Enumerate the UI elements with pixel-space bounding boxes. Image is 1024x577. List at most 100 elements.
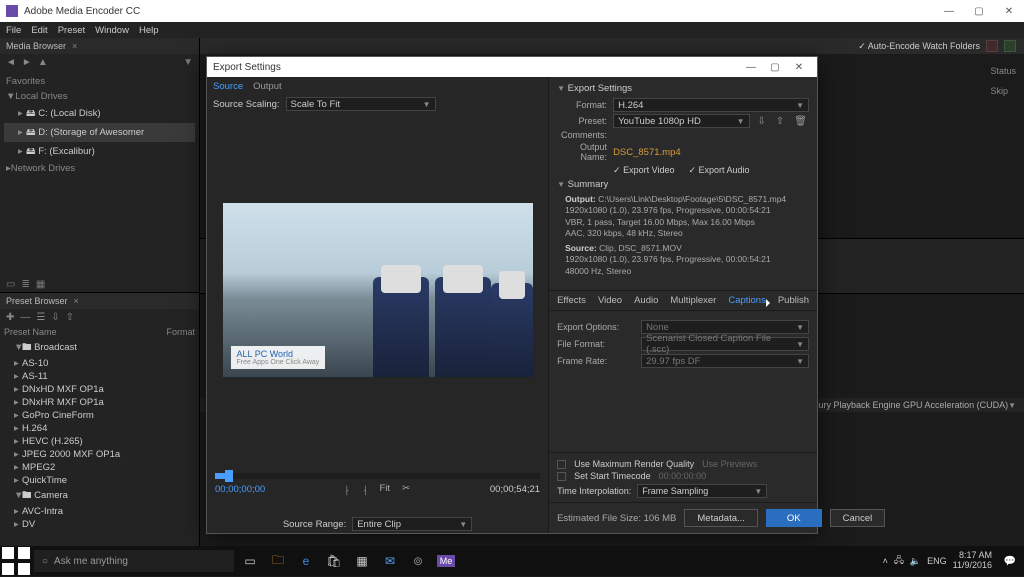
export-settings-header[interactable]: Export Settings (568, 83, 632, 94)
taskbar-icon[interactable]: ▦ (348, 546, 376, 576)
filter-icon[interactable]: ▼ (183, 57, 193, 68)
tab-effects[interactable]: Effects (557, 295, 586, 306)
cancel-button[interactable]: Cancel (830, 509, 886, 527)
dialog-minimize-button[interactable]: — (739, 62, 763, 73)
close-icon[interactable]: × (72, 41, 77, 51)
list-view-icon[interactable]: ≣ (21, 279, 29, 290)
start-timecode-checkbox[interactable] (557, 472, 566, 481)
tree-header-network[interactable]: Network Drives (11, 163, 75, 174)
tree-item[interactable]: ▸🖴 F: (Excalibur) (4, 142, 195, 161)
add-preset-icon[interactable]: ✚ (6, 312, 14, 323)
tab-video[interactable]: Video (598, 295, 622, 306)
tab-output[interactable]: Output (253, 81, 282, 92)
preset-item[interactable]: ▸HEVC (H.265) (4, 435, 195, 448)
save-preset-icon[interactable]: ⇩ (756, 116, 768, 127)
close-icon[interactable]: × (74, 296, 79, 306)
menu-edit[interactable]: Edit (31, 25, 47, 36)
minimize-button[interactable]: — (934, 6, 964, 17)
dialog-maximize-button[interactable]: ▢ (763, 62, 787, 73)
stop-encode-button[interactable] (986, 40, 998, 52)
tree-item[interactable]: ▸🖴 D: (Storage of Awesomer (4, 123, 195, 142)
tab-audio[interactable]: Audio (634, 295, 658, 306)
preset-item[interactable]: ▸DV (4, 518, 195, 531)
max-render-quality-checkbox[interactable] (557, 460, 566, 469)
preset-item[interactable]: ▸JPEG 2000 MXF OP1a (4, 448, 195, 461)
format-dropdown[interactable]: H.264▼ (613, 98, 809, 112)
crop-icon[interactable]: ✂ (402, 483, 410, 496)
maximize-button[interactable]: ▢ (964, 6, 994, 17)
remove-preset-icon[interactable]: — (20, 312, 30, 323)
action-center-icon[interactable]: 💬 (996, 546, 1024, 576)
auto-encode-checkbox[interactable]: ✓ Auto-Encode Watch Folders (858, 41, 980, 52)
tree-header-local[interactable]: Local Drives (15, 91, 67, 102)
preset-item[interactable]: ▸DNxHR MXF OP1a (4, 396, 195, 409)
taskbar-icon[interactable]: e (292, 546, 320, 576)
in-point-icon[interactable]: ⸠ (345, 483, 350, 496)
timeline-rail[interactable] (215, 473, 540, 479)
thumb-size-icon[interactable]: ▭ (6, 279, 15, 290)
search-box[interactable]: ○ Ask me anything (34, 550, 234, 572)
metadata-button[interactable]: Metadata... (684, 509, 758, 527)
preset-item[interactable]: ▸H.264 (4, 422, 195, 435)
tab-captions[interactable]: Captions (728, 295, 766, 306)
task-view-icon[interactable]: ▭ (236, 546, 264, 576)
delete-preset-icon[interactable]: 🗑 (792, 116, 809, 127)
preset-dropdown[interactable]: YouTube 1080p HD▼ (613, 114, 749, 128)
preset-item[interactable]: ▸AVC-Intra (4, 505, 195, 518)
preset-settings-icon[interactable]: ☰ (36, 312, 45, 323)
tray-language[interactable]: ENG (927, 556, 947, 566)
fit-label[interactable]: Fit (380, 483, 391, 496)
tray-network-icon[interactable]: 🖧 (894, 553, 904, 569)
preset-item[interactable]: ▸AS-10 (4, 357, 195, 370)
preset-group[interactable]: Broadcast (34, 342, 77, 353)
playhead[interactable] (225, 470, 233, 482)
taskbar-icon[interactable]: ✉ (376, 546, 404, 576)
menu-help[interactable]: Help (139, 25, 159, 36)
timecode-in[interactable]: 00;00;00;00 (215, 484, 265, 495)
menu-preset[interactable]: Preset (58, 25, 85, 36)
tray-volume-icon[interactable]: 🔈 (910, 556, 921, 567)
import-preset-icon[interactable]: ⇧ (774, 116, 786, 127)
preview-area[interactable]: ALL PC WorldFree Apps One Click Away (207, 113, 548, 467)
summary-header[interactable]: Summary (568, 179, 609, 190)
back-icon[interactable]: ◄ (6, 57, 16, 68)
dialog-close-button[interactable]: ✕ (787, 62, 811, 73)
preset-group[interactable]: Camera (34, 490, 68, 501)
preset-item[interactable]: ▸DNxHD MXF OP1a (4, 383, 195, 396)
tray-chevron-icon[interactable]: ˄ (883, 556, 888, 566)
taskbar-icon[interactable]: Me (432, 546, 460, 576)
export-audio-checkbox[interactable]: Export Audio (688, 165, 749, 176)
panel-tab-preset-browser[interactable]: Preset Browser (6, 296, 68, 306)
taskbar-icon[interactable]: 🛍 (320, 546, 348, 576)
tab-source[interactable]: Source (213, 81, 243, 92)
menu-window[interactable]: Window (95, 25, 129, 36)
grid-view-icon[interactable]: ▦ (36, 279, 45, 290)
preset-item[interactable]: ▸QuickTime (4, 474, 195, 487)
start-encode-button[interactable] (1004, 40, 1016, 52)
output-name-link[interactable]: DSC_8571.mp4 (613, 147, 681, 158)
menu-file[interactable]: File (6, 25, 21, 36)
close-button[interactable]: ✕ (994, 6, 1024, 17)
import-icon[interactable]: ⇩ (51, 312, 59, 323)
ok-button[interactable]: OK (766, 509, 822, 527)
panel-tab-media-browser[interactable]: Media Browser (6, 41, 66, 51)
taskbar-icon[interactable]: ⊚ (404, 546, 432, 576)
tab-multiplexer[interactable]: Multiplexer (670, 295, 716, 306)
tab-publish[interactable]: Publish (778, 295, 809, 306)
export-icon[interactable]: ⇧ (66, 312, 74, 323)
tray-clock[interactable]: 8:17 AM11/9/2016 (953, 551, 992, 571)
fwd-icon[interactable]: ► (22, 57, 32, 68)
time-interpolation-dropdown[interactable]: Frame Sampling▼ (637, 484, 767, 498)
taskbar-icon[interactable]: 🗀 (264, 546, 292, 576)
up-icon[interactable]: ▲ (38, 57, 48, 68)
source-range-dropdown[interactable]: Entire Clip▼ (352, 517, 472, 531)
export-video-checkbox[interactable]: Export Video (613, 165, 674, 176)
preset-item[interactable]: ▸MPEG2 (4, 461, 195, 474)
out-point-icon[interactable]: ⸡ (362, 483, 367, 496)
preset-item[interactable]: ▸AS-11 (4, 370, 195, 383)
tree-item[interactable]: ▸🖴 C: (Local Disk) (4, 104, 195, 123)
source-scaling-dropdown[interactable]: Scale To Fit▼ (286, 97, 436, 111)
preset-item[interactable]: ▸GoPro CineForm (4, 409, 195, 422)
export-options-dropdown[interactable]: None▼ (641, 320, 809, 334)
start-button[interactable] (0, 546, 32, 576)
